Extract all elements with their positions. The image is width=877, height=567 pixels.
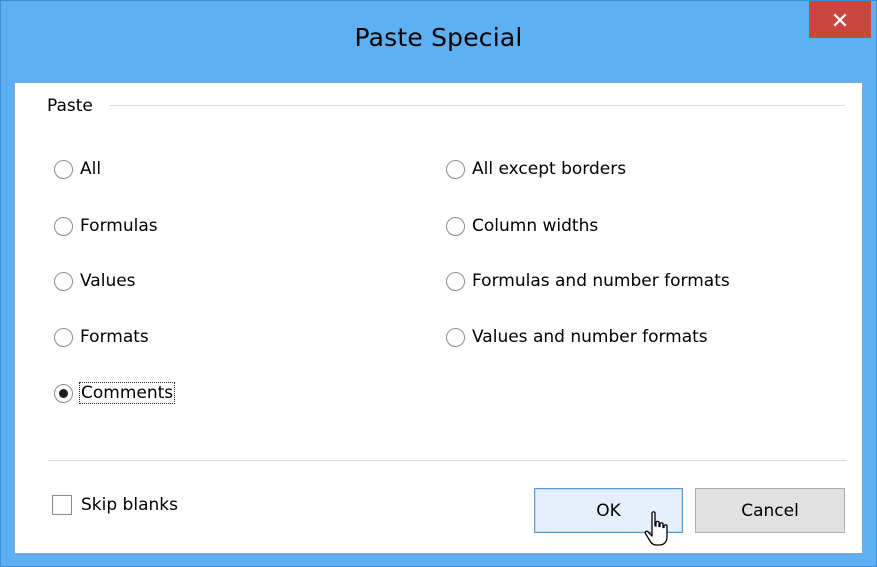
radio-button[interactable] [54, 159, 73, 179]
dialog-title: Paste Special [354, 23, 523, 52]
radio-option-comments[interactable]: Comments [54, 378, 176, 408]
radio-label: Column widths [472, 216, 599, 236]
radio-button[interactable] [446, 327, 465, 347]
close-icon [833, 12, 847, 27]
radio-option-values-and-number-formats[interactable]: Values and number formats [446, 322, 708, 352]
dialog-body: Paste All Formulas Values Formats Commen… [14, 82, 863, 554]
radio-option-all-except-borders[interactable]: All except borders [446, 154, 626, 184]
radio-option-values[interactable]: Values [54, 266, 136, 296]
radio-option-column-widths[interactable]: Column widths [446, 211, 598, 241]
radio-button[interactable] [446, 271, 465, 291]
radio-button[interactable] [446, 216, 465, 236]
skip-blanks-checkbox[interactable] [52, 495, 72, 515]
radio-button[interactable] [54, 327, 73, 347]
skip-blanks-option[interactable]: Skip blanks [52, 495, 178, 515]
paste-special-dialog: Paste Special Paste All Formulas Values … [0, 0, 877, 567]
footer-divider [48, 460, 847, 461]
radio-button-selected[interactable] [54, 383, 73, 403]
radio-option-formulas[interactable]: Formulas [54, 211, 158, 241]
radio-label: Formats [80, 327, 149, 347]
radio-option-all[interactable]: All [54, 154, 101, 184]
radio-label: Comments [78, 382, 176, 404]
radio-label: Values and number formats [472, 327, 708, 347]
group-divider [110, 105, 845, 106]
radio-button[interactable] [54, 216, 73, 236]
skip-blanks-label: Skip blanks [81, 495, 178, 515]
radio-option-formulas-and-number-formats[interactable]: Formulas and number formats [446, 266, 730, 296]
close-button[interactable] [809, 1, 871, 38]
radio-button[interactable] [54, 271, 73, 291]
title-bar[interactable]: Paste Special [1, 1, 876, 82]
paste-group-label: Paste [47, 96, 93, 116]
radio-label: All except borders [472, 159, 627, 179]
cancel-button[interactable]: Cancel [695, 488, 845, 533]
radio-label: Values [80, 271, 136, 291]
radio-label: Formulas and number formats [472, 271, 730, 291]
radio-button[interactable] [446, 159, 465, 179]
radio-option-formats[interactable]: Formats [54, 322, 149, 352]
radio-selected-dot [59, 388, 68, 398]
radio-label: Formulas [80, 216, 158, 236]
pointer-hand-icon [644, 511, 668, 546]
radio-label: All [80, 159, 102, 179]
